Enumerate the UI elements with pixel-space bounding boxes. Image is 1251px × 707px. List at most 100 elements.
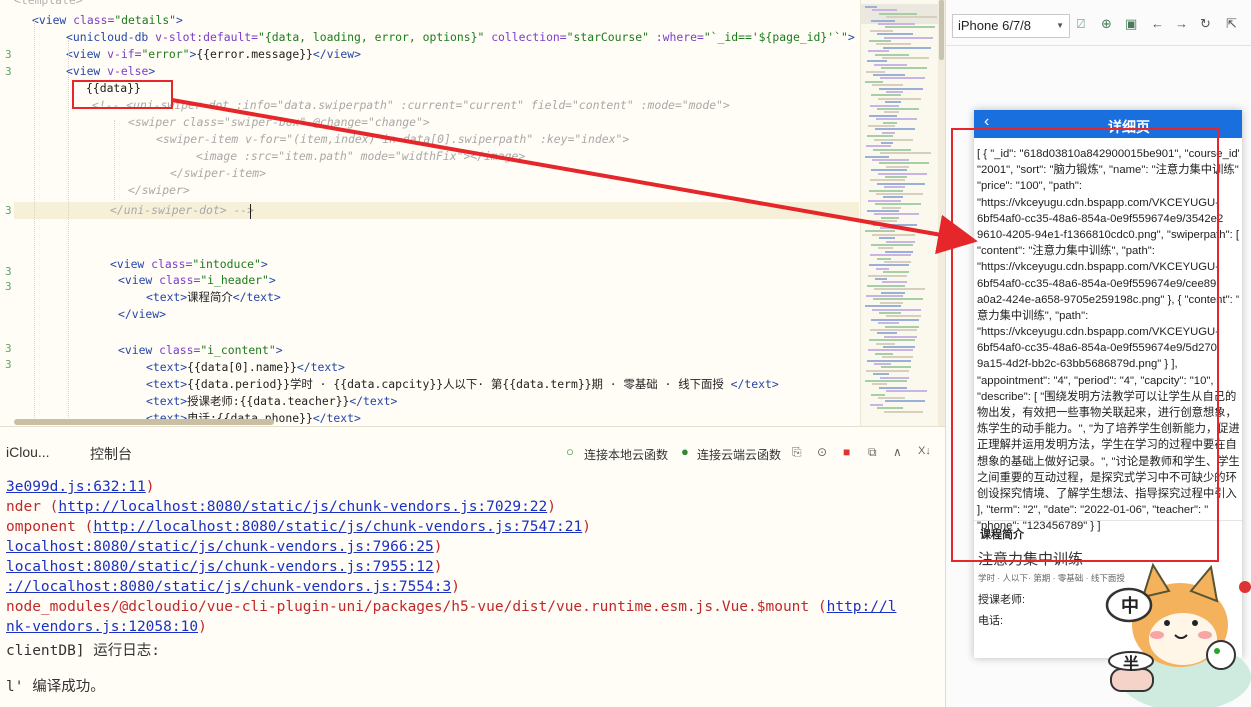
open-browser-icon[interactable]: ⇱ — [1226, 16, 1237, 32]
minimap-line — [880, 77, 925, 80]
minimap-line — [884, 186, 905, 189]
code-line[interactable]: </uni-swiper-dot> --> — [14, 202, 859, 219]
code-line[interactable]: <view v-if="error">{{error.message}}</vi… — [14, 46, 361, 63]
code-line[interactable]: <view v-else> — [14, 63, 155, 80]
log-line: ://localhost:8080/static/js/chunk-vendor… — [6, 579, 460, 595]
code-token: </uni-swiper-dot> --> — [110, 203, 255, 217]
code-line[interactable]: <view class="details"> — [14, 12, 183, 29]
chevron-up-icon[interactable]: ∧ — [893, 445, 902, 459]
minimap-line — [877, 332, 897, 335]
check-circle-icon[interactable]: ● — [681, 444, 689, 459]
device-select[interactable]: iPhone 6/7/8 ▼ — [952, 14, 1070, 38]
log-link[interactable]: http://localhost:8080/static/js/chunk-ve… — [58, 499, 547, 515]
log-link[interactable]: localhost:8080/static/js/chunk-vendors.j… — [6, 539, 434, 555]
log-link[interactable]: localhost:8080/static/js/chunk-vendors.j… — [6, 559, 434, 575]
log-compiled: l' 编译成功。 — [6, 679, 105, 695]
minimap-line — [870, 104, 899, 107]
minimap-line — [883, 196, 903, 199]
minimap-line — [873, 74, 905, 76]
log-link[interactable]: http://l — [827, 599, 897, 615]
editor-vertical-scrollbar[interactable] — [938, 0, 945, 426]
code-line[interactable]: <unicloud-db v-slot:default="{data, load… — [14, 29, 855, 46]
code-area[interactable]: <template> <view class="details"> <uniclou… — [14, 0, 859, 426]
local-cloud-function-toggle[interactable]: 连接本地云函数 — [584, 446, 668, 463]
code-line[interactable]: </swiper-item> — [14, 165, 266, 182]
stop-icon[interactable]: ■ — [843, 445, 850, 459]
code-line[interactable]: <swiper-item v-for="(item,index) in data… — [14, 131, 629, 148]
rotate-icon[interactable]: ⍁ — [1077, 16, 1085, 32]
code-line[interactable]: <swiper class="swiper-box" @change="chan… — [14, 114, 430, 131]
gutter-mark: 3 — [5, 342, 12, 355]
minimap-line — [882, 131, 895, 134]
minimap-line — [868, 199, 901, 202]
close-panel-icon[interactable]: X↓ — [918, 445, 931, 457]
minimap-line — [878, 322, 899, 325]
code-line[interactable]: <text>{{data[0].name}}</text> — [14, 359, 345, 376]
copy-icon[interactable]: ⎘ — [792, 445, 802, 460]
code-line[interactable]: <!-- <uni-swiper-dot :info="data.swiperp… — [14, 97, 730, 114]
log-link[interactable]: nk-vendors.js:12058:10 — [6, 619, 198, 635]
code-token: <text> — [146, 377, 188, 391]
export-icon[interactable]: ⧉ — [868, 445, 877, 460]
code-line[interactable]: <view class="intoduce"> — [14, 256, 268, 273]
scrollbar-thumb[interactable] — [939, 0, 944, 60]
code-token: > — [148, 64, 156, 78]
code-token: > — [268, 273, 276, 287]
settings-icon[interactable]: ⊙ — [817, 445, 827, 459]
tab-unicloud[interactable]: iClou... — [6, 444, 50, 460]
tab-console[interactable]: 控制台 — [90, 444, 132, 464]
minimap-line — [868, 274, 907, 277]
code-editor[interactable]: 3 3 3 3 3 3 3 <template> <view class="det… — [0, 0, 945, 426]
code-line[interactable]: </swiper> — [14, 182, 190, 199]
minimap-line — [871, 318, 919, 321]
forward-arrow-icon[interactable]: → — [1175, 16, 1188, 31]
refresh-icon[interactable]: ↻ — [1200, 16, 1211, 32]
code-line[interactable]: <template> — [14, 0, 83, 9]
code-token: collection= — [484, 30, 567, 44]
minimap-line — [873, 373, 889, 376]
minimap-line — [869, 40, 891, 42]
minimap-line — [880, 152, 931, 155]
minimap-line — [878, 247, 893, 250]
code-line[interactable]: <image :src="item.path" mode="widthFix">… — [14, 148, 525, 165]
code-token: "`_id=='${page_id}'`" — [703, 30, 848, 44]
log-link[interactable]: 3e099d.js:632:11 — [6, 479, 146, 495]
gutter-mark: 3 — [5, 48, 12, 61]
code-line[interactable]: </view> — [14, 306, 166, 323]
code-line[interactable]: <view class="i_header"> — [14, 272, 276, 289]
code-line[interactable]: <view class="i_content"> — [14, 342, 283, 359]
minimap-line — [876, 43, 911, 46]
code-token: <view — [118, 343, 160, 357]
code-token: {{data[0].name}} — [187, 360, 297, 374]
minimap-line — [865, 155, 889, 158]
highlight-box — [951, 128, 1219, 562]
log-line: localhost:8080/static/js/chunk-vendors.j… — [6, 539, 443, 555]
minimap-line — [869, 189, 903, 192]
screenshot-icon[interactable]: ▣ — [1125, 16, 1137, 32]
code-line[interactable]: <text>{{data.period}}学时 · {{data.capcity… — [14, 376, 779, 393]
minimap-line — [880, 227, 897, 229]
log-link[interactable]: http://localhost:8080/static/js/chunk-ve… — [93, 519, 582, 535]
code-line[interactable]: <text>授课老师:{{data.teacher}}</text> — [14, 393, 397, 410]
minimap-line — [878, 23, 915, 25]
minimap-line — [870, 179, 905, 182]
log-runlog: clientDB] 运行日志: — [6, 643, 161, 659]
editor-horizontal-scrollbar[interactable] — [14, 419, 274, 425]
code-line[interactable]: <text>课程简介</text> — [14, 289, 281, 306]
editor-minimap[interactable] — [860, 0, 938, 426]
code-token: </text> — [296, 360, 345, 374]
minimap-line — [881, 142, 893, 144]
minimap-line — [867, 359, 911, 362]
console-panel: iClou... 控制台 ○ 连接本地云函数 ● 连接云端云函数 ⎘ ⊙ ■ ⧉… — [0, 426, 945, 707]
remote-cloud-function-toggle[interactable]: 连接云端云函数 — [697, 446, 781, 463]
minimap-line — [868, 50, 889, 53]
code-token: <unicloud-db — [66, 30, 156, 44]
minimap-line — [884, 111, 899, 114]
radio-empty-icon[interactable]: ○ — [566, 444, 574, 459]
code-token: "i_header" — [200, 273, 269, 287]
log-link[interactable]: ://localhost:8080/static/js/chunk-vendor… — [6, 579, 451, 595]
inspect-icon[interactable]: ⊕ — [1101, 16, 1112, 32]
back-arrow-icon[interactable]: ← — [1151, 16, 1164, 31]
minimap-line — [876, 118, 917, 121]
minimap-line — [873, 148, 911, 151]
